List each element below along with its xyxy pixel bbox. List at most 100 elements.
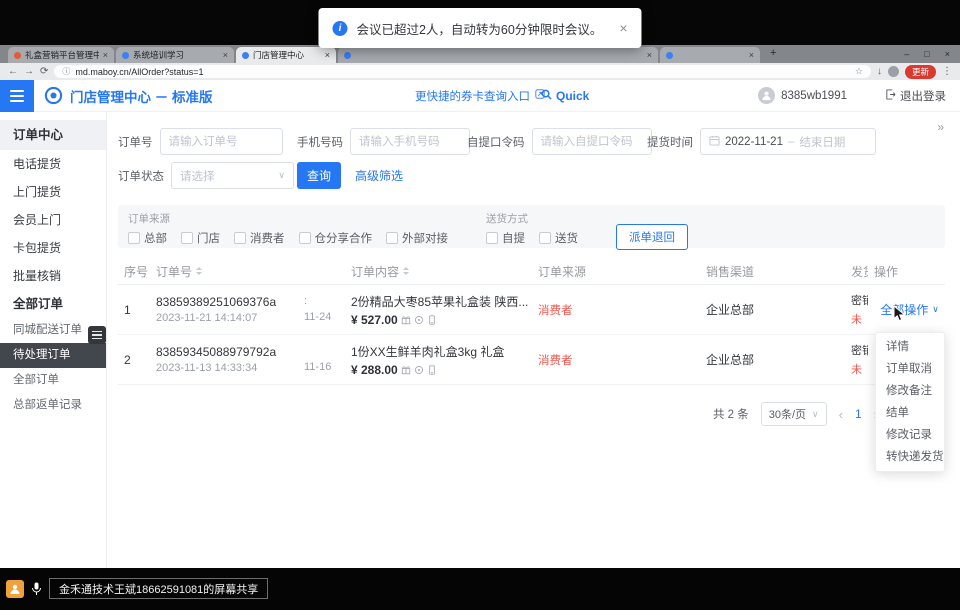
tab-close-icon[interactable]: × (103, 50, 108, 60)
checkbox-external[interactable]: 外部对接 (386, 230, 448, 246)
sidebar-item-hq-return-records[interactable]: 总部返单记录 (0, 393, 106, 418)
menu-item-close-order[interactable]: 结单 (876, 402, 944, 424)
tab-favicon (14, 52, 21, 59)
browser-profile-icon[interactable] (888, 66, 899, 77)
quick-search-link[interactable]: Quick (541, 89, 589, 103)
toast-close-icon[interactable]: × (619, 20, 627, 36)
checkbox-icon[interactable] (128, 232, 140, 244)
calendar-icon (709, 135, 720, 149)
logout-button[interactable]: 退出登录 (885, 88, 946, 104)
sort-icon[interactable] (403, 267, 409, 275)
checkbox-label: 仓分享合作 (315, 230, 373, 246)
browser-menu-kebab-icon[interactable]: ⋮ (942, 66, 952, 77)
update-button[interactable]: 更新 (905, 65, 936, 79)
dispatch-return-button[interactable]: 派单退回 (616, 224, 688, 250)
col-index: 序号 (118, 258, 150, 284)
hamburger-menu-icon[interactable] (0, 80, 34, 112)
site-info-icon[interactable]: ⓘ (62, 66, 70, 77)
menu-item-edit-history[interactable]: 修改记录 (876, 424, 944, 446)
forward-icon[interactable]: → (24, 66, 34, 77)
checkbox-warehouse-share[interactable]: 仓分享合作 (299, 230, 373, 246)
browser-tab-5[interactable]: × (660, 47, 760, 63)
order-created-time: 2023-11-21 14:14:07 (156, 312, 298, 324)
url-field[interactable]: ⓘ md.maboy.cn/AllOrder?status=1 ☆ (54, 65, 871, 78)
gift-icon (401, 315, 411, 325)
sidebar-item-door-pickup[interactable]: 上门提货 (0, 178, 106, 206)
menu-item-edit-note[interactable]: 修改备注 (876, 380, 944, 402)
checkbox-hq[interactable]: 总部 (128, 230, 167, 246)
refresh-icon[interactable]: ⟳ (40, 66, 48, 77)
tab-label: 礼盒营销平台管理中心 (25, 49, 99, 61)
promo-link[interactable]: 更快捷的券卡查询入口 (415, 88, 545, 104)
checkbox-icon[interactable] (234, 232, 246, 244)
user-avatar-icon[interactable] (758, 87, 775, 104)
checkbox-self-pickup[interactable]: 自提 (486, 230, 525, 246)
menu-item-details[interactable]: 详情 (876, 336, 944, 358)
search-button[interactable]: 查询 (297, 162, 341, 189)
sidebar-group-all-orders[interactable]: 全部订单 (0, 290, 106, 318)
advanced-filter-link[interactable]: 高级筛选 (355, 167, 403, 184)
menu-item-cancel-order[interactable]: 订单取消 (876, 358, 944, 380)
checkbox-delivery[interactable]: 送货 (539, 230, 578, 246)
order-source-panel: 订单来源 总部 门店 消费者 仓分享合作 外部对接 送货方式 自提 (118, 205, 945, 248)
browser-tab-2[interactable]: 系统培训学习 × (116, 47, 234, 63)
close-window-button[interactable]: × (945, 49, 950, 59)
sidebar-drag-handle-icon[interactable] (88, 326, 106, 344)
order-created-time: 2023-11-13 14:33:34 (156, 362, 298, 374)
sidebar-item-phone-pickup[interactable]: 电话提货 (0, 150, 106, 178)
mouse-cursor-icon (893, 305, 906, 327)
new-tab-button[interactable]: + (770, 47, 776, 59)
bookmark-star-icon[interactable]: ☆ (855, 66, 863, 77)
tab-close-icon[interactable]: × (749, 50, 754, 60)
page-number[interactable]: 1 (855, 407, 862, 421)
sidebar-item-batch-verify[interactable]: 批量核销 (0, 262, 106, 290)
tab-close-icon[interactable]: × (325, 50, 330, 60)
microphone-icon[interactable] (31, 582, 42, 596)
sidebar-item-member-visit[interactable]: 会员上门 (0, 206, 106, 234)
tab-close-icon[interactable]: × (647, 50, 652, 60)
checkbox-icon[interactable] (181, 232, 193, 244)
checkbox-label: 总部 (144, 230, 167, 246)
checkbox-icon[interactable] (486, 232, 498, 244)
pickup-code-input[interactable] (532, 128, 652, 155)
order-row-2[interactable]: 2 83859345088979792a 2023-11-13 14:33:34… (118, 335, 945, 385)
order-no-label: 订单号 (118, 134, 153, 150)
phone-icon (427, 365, 437, 375)
maximize-button[interactable]: □ (924, 49, 929, 59)
checkbox-icon[interactable] (386, 232, 398, 244)
order-row-1[interactable]: 1 83859389251069376a 2023-11-21 14:14:07… (118, 285, 945, 335)
checkbox-icon[interactable] (539, 232, 551, 244)
browser-tab-3-active[interactable]: 门店管理中心 × (236, 47, 336, 63)
pickup-fragment (304, 345, 345, 358)
col-sales-channel: 销售渠道 (700, 258, 845, 284)
browser-tab-4[interactable]: × (338, 47, 658, 63)
orders-table: 序号 订单号 订单内容 订单来源 销售渠道 发货 操作 (118, 258, 945, 385)
checkbox-icon[interactable] (299, 232, 311, 244)
menu-item-express-ship[interactable]: 转快递发货 (876, 446, 944, 468)
sidebar-group-order-center[interactable]: 订单中心 (0, 120, 106, 150)
minimize-button[interactable]: – (904, 49, 909, 59)
sort-icon[interactable] (196, 267, 202, 275)
back-icon[interactable]: ← (8, 66, 18, 77)
row-index: 2 (124, 353, 150, 367)
prev-page-icon[interactable]: ‹ (839, 407, 843, 422)
pickup-date-range-input[interactable]: 2022-11-21 – 结束日期 (700, 128, 876, 155)
browser-tab-1[interactable]: 礼盒营销平台管理中心 × (8, 47, 114, 63)
downloads-icon[interactable]: ↓ (877, 66, 882, 77)
pagination: 共 2 条 30条/页 ∨ ‹ 1 › (713, 402, 878, 426)
checkbox-store[interactable]: 门店 (181, 230, 220, 246)
col-actions: 操作 (868, 258, 945, 284)
sidebar: 订单中心 电话提货 上门提货 会员上门 卡包提货 批量核销 全部订单 同城配送订… (0, 112, 107, 568)
page-size-select[interactable]: 30条/页 ∨ (761, 402, 827, 426)
sidebar-item-card-pickup[interactable]: 卡包提货 (0, 234, 106, 262)
app-logo-icon (44, 86, 63, 105)
record-icon (414, 365, 424, 375)
collapse-panel-icon[interactable]: » (937, 120, 944, 134)
checkbox-consumer[interactable]: 消费者 (234, 230, 285, 246)
tab-close-icon[interactable]: × (223, 50, 228, 60)
sidebar-item-all-orders[interactable]: 全部订单 (0, 368, 106, 393)
ship-status-line2: 未 (851, 361, 868, 377)
order-no-input[interactable] (160, 128, 283, 155)
sidebar-item-pending-orders[interactable]: 待处理订单 (0, 343, 106, 368)
phone-input[interactable] (350, 128, 470, 155)
